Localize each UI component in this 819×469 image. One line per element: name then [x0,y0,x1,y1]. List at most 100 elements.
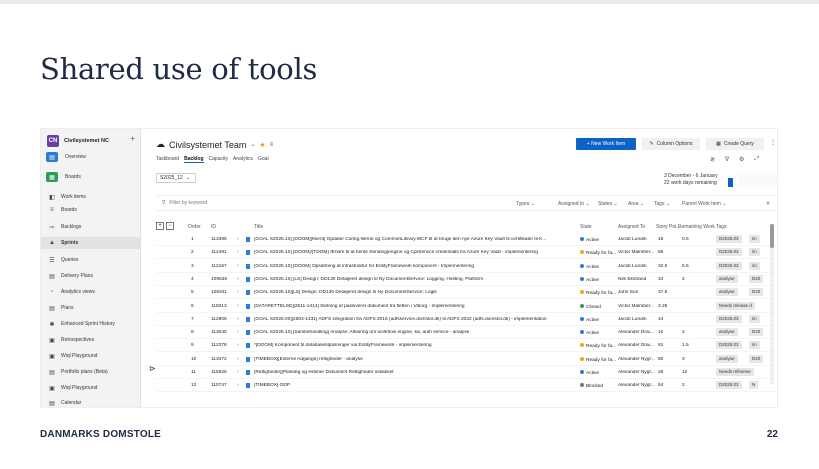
work-item-title[interactable]: [DATARETTELSE][2511-1414] Sletning af pa… [254,304,554,309]
tag-badge[interactable]: Needs refineme [716,368,754,376]
sidebar-item-portfolio-plans-beta[interactable]: ▤ Portfolio plans (Beta) [41,366,140,378]
tag-badge[interactable]: im [749,235,760,243]
column-header[interactable]: Order [188,224,201,230]
table-row[interactable]: 3 112167 › [GOAL S2025.10] [DOOM] Opsætning… [156,260,776,273]
sidebar-item-wiql-playground[interactable]: ▣ Wiql Playground [41,382,140,394]
tag-badge[interactable]: D20 [749,274,764,283]
table-row[interactable]: 2 112491 › [GOAL S2025.10] [DOOM]/[TDOM] Æn… [156,246,776,260]
tag-badge[interactable]: D2025.03 [716,261,742,270]
work-item-title[interactable]: [GOAL S2025.10] [LS] Design: DD130 Detal… [254,277,554,282]
keyword-filter[interactable]: ∇ Filter by keyword [162,200,207,206]
table-row[interactable]: 7 112805 › [GOAL S2025.00][2503-1431] ADFS … [156,313,776,326]
tab-goal[interactable]: Goal [258,156,269,163]
work-item-title[interactable]: [GOAL S2025.10] [DOOM] Opsætning af infr… [254,264,554,269]
sort-icon[interactable]: ≷ [710,156,715,163]
sprint-selector[interactable]: S2025_12 ⌄ [156,173,196,183]
column-header[interactable]: Tags [716,224,727,230]
tag-badge[interactable]: analyse [716,354,738,363]
tag-badge[interactable]: im [749,314,760,323]
tag-badge[interactable]: D20 [749,288,764,297]
tag-badge[interactable]: analyse [716,274,738,283]
table-row[interactable]: 4 109536 › [GOAL S2025.10] [LS] Design: DD1… [156,273,776,286]
sidebar-item-plans[interactable]: ▤ Plans [41,302,140,314]
scrollbar-thumb[interactable] [770,224,774,248]
expand-row-icon[interactable]: › [237,249,239,255]
tag-badge[interactable]: D20 [749,354,764,363]
column-header[interactable]: Remaining Work [678,224,715,230]
column-options-button[interactable]: ✎ Column Options [642,138,700,150]
team-members-icon[interactable]: ≡ [270,142,274,148]
tag-badge[interactable]: D2025.03 [716,314,742,323]
expand-row-icon[interactable]: › [237,303,239,309]
tag-badge[interactable]: D2025.03 [716,341,742,350]
clear-filter-icon[interactable]: ✕ [766,201,770,207]
expand-row-icon[interactable]: › [237,263,239,269]
tag-badge[interactable]: D20 [749,328,764,337]
tab-taskboard[interactable]: Taskboard [156,156,179,163]
expand-row-icon[interactable]: › [237,356,239,362]
expand-row-icon[interactable]: › [237,342,239,348]
fullscreen-icon[interactable]: ⤢ [754,156,759,163]
tag-badge[interactable]: im [749,248,760,257]
table-row[interactable]: 12 110747 › [TIMEBOX] ODP Blocked Alexander N… [156,379,776,393]
column-header[interactable]: State [580,224,592,230]
expand-row-icon[interactable]: › [237,329,239,335]
tag-badge[interactable]: D2025.03 [716,235,742,243]
tag-badge[interactable]: im [749,341,760,350]
sidebar-item-calendar[interactable]: ▤ Calendar [41,397,140,407]
tag-badge[interactable]: analyse [716,288,738,297]
table-row[interactable]: 1 113395 › [GOAL S2025.10] [DOOM][Klient] O… [156,233,776,246]
filter-icon[interactable]: ∇ [725,156,729,163]
tag-badge[interactable]: im [749,261,760,270]
work-item-title[interactable]: [GOAL S2025.10] [DOOM][Klient] Opdater C… [254,237,554,242]
filter-types-dropdown[interactable]: Types ⌄ [516,201,535,207]
work-item-title[interactable]: [GOAL S2025.10][LS] Design: DD130 Detalj… [254,290,554,295]
team-name[interactable]: Civilsystemet Team [169,140,246,150]
table-row[interactable]: 6 118313 › [DATARETTELSE][2511-1414] Sletni… [156,300,776,313]
table-row[interactable]: 5 109341 › [GOAL S2025.10][LS] Design: DD13… [156,286,776,300]
sidebar-item-delivery-plans[interactable]: ▤ Delivery Plans [41,270,140,282]
chevron-down-icon[interactable]: ⌄ [250,141,255,148]
work-item-title[interactable]: [GOAL S2025.10] [DOOM]/[TDOM] Ændre til … [254,250,554,255]
work-item-title[interactable]: [Rettigheder][Planlæg og estimer Dokumen… [254,370,554,375]
tag-badge[interactable]: Needs release d [716,301,755,310]
filter-tags-dropdown[interactable]: Tags ⌄ [654,201,670,207]
expand-row-icon[interactable]: › [237,369,239,375]
expand-row-icon[interactable]: › [237,316,239,322]
sidebar-item-sprints[interactable]: ▲ Sprints [41,237,140,249]
sidebar-item-work-items[interactable]: ◧ Work items [41,191,140,203]
work-item-title[interactable]: [TIMEBOX] ODP [254,383,554,388]
column-header[interactable]: ID [211,224,216,230]
table-row[interactable]: 10 113472 › [TIMEBOX][Externe Adgange] rett… [156,353,776,366]
project-selector[interactable]: CN Civilsystemet NC + [47,134,137,148]
sidebar-item-backlogs[interactable]: ⇨ Backlogs [41,221,140,233]
table-row[interactable]: 11 115626 › [Rettigheder][Planlæg og estime… [156,366,776,379]
sidebar-item-boards[interactable]: ≡ Boards [41,204,140,216]
column-header[interactable]: Title [254,224,263,230]
expand-row-icon[interactable]: › [237,382,239,388]
filter-assigned-to-dropdown[interactable]: Assigned to ⌄ [558,201,590,207]
sidebar-item-wiql-playground[interactable]: ▣ Wiql Playground [41,350,140,362]
table-row[interactable]: 9 112378 › *[DOOM] Komponent til databaseti… [156,339,776,353]
sidebar-item-retrospectives[interactable]: ▣ Retrospectives [41,334,140,346]
sidebar-item-boards[interactable]: ▦ Boards [41,171,140,183]
expand-row-icon[interactable]: › [237,236,239,242]
settings-gear-icon[interactable]: ⚙ [739,156,744,163]
work-item-title[interactable]: [GOAL S2025.10] [Sambehandling] Analyse:… [254,330,554,335]
sidebar-item-enhanced-sprint-history[interactable]: ✱ Enhanced Sprint History [41,318,140,330]
filter-area-dropdown[interactable]: Area ⌄ [628,201,644,207]
tab-backlog[interactable]: Backlog [184,156,204,163]
column-header[interactable]: Story Poi... [656,224,680,230]
expand-row-icon[interactable]: › [237,276,239,282]
work-item-title[interactable]: *[DOOM] Komponent til databasetilpasning… [254,343,554,348]
filter-parent-work-item-dropdown[interactable]: Parent Work Item ⌄ [682,201,726,207]
tag-badge[interactable]: D2025.03 [716,248,742,257]
tab-analytics[interactable]: Analytics [233,156,253,163]
favorite-star-icon[interactable]: ★ [259,141,265,149]
work-item-title[interactable]: [GOAL S2025.00][2503-1431] ADFS integrat… [254,317,554,322]
tag-badge[interactable]: N [749,381,759,390]
column-header[interactable]: Assigned To [618,224,645,230]
expand-all-icon[interactable]: + [156,222,164,230]
new-work-item-button[interactable]: + New Work Item [576,138,636,150]
more-actions-icon[interactable]: ⋮ [770,139,776,146]
